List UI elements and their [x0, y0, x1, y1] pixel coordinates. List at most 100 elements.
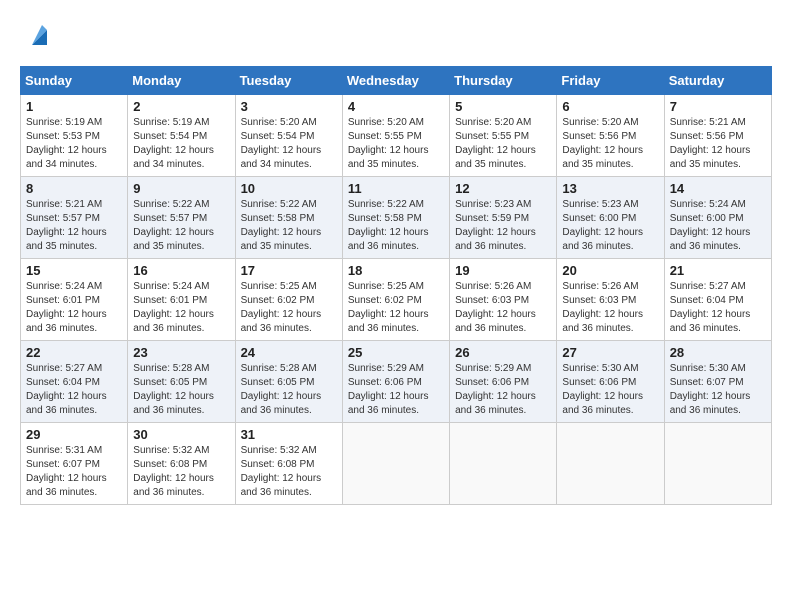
day-number: 1: [26, 99, 122, 114]
day-info: Sunrise: 5:29 AM Sunset: 6:06 PM Dayligh…: [455, 362, 551, 418]
day-number: 31: [241, 427, 337, 442]
day-number: 9: [133, 181, 229, 196]
day-number: 4: [348, 99, 444, 114]
day-info: Sunrise: 5:27 AM Sunset: 6:04 PM Dayligh…: [26, 362, 122, 418]
day-info: Sunrise: 5:20 AM Sunset: 5:56 PM Dayligh…: [562, 116, 658, 172]
calendar-cell: 20 Sunrise: 5:26 AM Sunset: 6:03 PM Dayl…: [557, 259, 664, 341]
weekday-header-friday: Friday: [557, 67, 664, 95]
day-info: Sunrise: 5:24 AM Sunset: 6:01 PM Dayligh…: [133, 280, 229, 336]
day-info: Sunrise: 5:26 AM Sunset: 6:03 PM Dayligh…: [455, 280, 551, 336]
calendar-cell: 12 Sunrise: 5:23 AM Sunset: 5:59 PM Dayl…: [450, 177, 557, 259]
calendar-cell: 26 Sunrise: 5:29 AM Sunset: 6:06 PM Dayl…: [450, 341, 557, 423]
calendar-cell: 11 Sunrise: 5:22 AM Sunset: 5:58 PM Dayl…: [342, 177, 449, 259]
day-info: Sunrise: 5:24 AM Sunset: 6:00 PM Dayligh…: [670, 198, 766, 254]
day-number: 15: [26, 263, 122, 278]
calendar-cell: 8 Sunrise: 5:21 AM Sunset: 5:57 PM Dayli…: [21, 177, 128, 259]
calendar-cell: 22 Sunrise: 5:27 AM Sunset: 6:04 PM Dayl…: [21, 341, 128, 423]
weekday-header-sunday: Sunday: [21, 67, 128, 95]
calendar-week-row: 29 Sunrise: 5:31 AM Sunset: 6:07 PM Dayl…: [21, 423, 772, 505]
calendar-cell: 30 Sunrise: 5:32 AM Sunset: 6:08 PM Dayl…: [128, 423, 235, 505]
day-number: 16: [133, 263, 229, 278]
day-number: 17: [241, 263, 337, 278]
calendar-week-row: 22 Sunrise: 5:27 AM Sunset: 6:04 PM Dayl…: [21, 341, 772, 423]
day-number: 29: [26, 427, 122, 442]
calendar-cell: 14 Sunrise: 5:24 AM Sunset: 6:00 PM Dayl…: [664, 177, 771, 259]
calendar-cell: 2 Sunrise: 5:19 AM Sunset: 5:54 PM Dayli…: [128, 95, 235, 177]
calendar-cell: 19 Sunrise: 5:26 AM Sunset: 6:03 PM Dayl…: [450, 259, 557, 341]
day-number: 24: [241, 345, 337, 360]
day-info: Sunrise: 5:29 AM Sunset: 6:06 PM Dayligh…: [348, 362, 444, 418]
calendar-cell: 17 Sunrise: 5:25 AM Sunset: 6:02 PM Dayl…: [235, 259, 342, 341]
day-number: 11: [348, 181, 444, 196]
day-number: 2: [133, 99, 229, 114]
day-info: Sunrise: 5:20 AM Sunset: 5:55 PM Dayligh…: [348, 116, 444, 172]
day-number: 14: [670, 181, 766, 196]
calendar-cell: 16 Sunrise: 5:24 AM Sunset: 6:01 PM Dayl…: [128, 259, 235, 341]
logo-icon: [22, 20, 52, 50]
day-number: 25: [348, 345, 444, 360]
day-info: Sunrise: 5:20 AM Sunset: 5:54 PM Dayligh…: [241, 116, 337, 172]
calendar-cell: 10 Sunrise: 5:22 AM Sunset: 5:58 PM Dayl…: [235, 177, 342, 259]
day-info: Sunrise: 5:19 AM Sunset: 5:54 PM Dayligh…: [133, 116, 229, 172]
day-info: Sunrise: 5:28 AM Sunset: 6:05 PM Dayligh…: [133, 362, 229, 418]
day-info: Sunrise: 5:28 AM Sunset: 6:05 PM Dayligh…: [241, 362, 337, 418]
day-number: 6: [562, 99, 658, 114]
weekday-header-saturday: Saturday: [664, 67, 771, 95]
day-number: 12: [455, 181, 551, 196]
page-header: [20, 20, 772, 50]
day-number: 27: [562, 345, 658, 360]
calendar-cell: 25 Sunrise: 5:29 AM Sunset: 6:06 PM Dayl…: [342, 341, 449, 423]
calendar-cell: 9 Sunrise: 5:22 AM Sunset: 5:57 PM Dayli…: [128, 177, 235, 259]
logo: [20, 20, 52, 50]
calendar-cell: 1 Sunrise: 5:19 AM Sunset: 5:53 PM Dayli…: [21, 95, 128, 177]
day-info: Sunrise: 5:24 AM Sunset: 6:01 PM Dayligh…: [26, 280, 122, 336]
day-info: Sunrise: 5:25 AM Sunset: 6:02 PM Dayligh…: [348, 280, 444, 336]
day-number: 20: [562, 263, 658, 278]
day-number: 10: [241, 181, 337, 196]
weekday-header-monday: Monday: [128, 67, 235, 95]
day-number: 26: [455, 345, 551, 360]
day-number: 18: [348, 263, 444, 278]
calendar-cell: 24 Sunrise: 5:28 AM Sunset: 6:05 PM Dayl…: [235, 341, 342, 423]
calendar-body: 1 Sunrise: 5:19 AM Sunset: 5:53 PM Dayli…: [21, 95, 772, 505]
day-info: Sunrise: 5:21 AM Sunset: 5:57 PM Dayligh…: [26, 198, 122, 254]
day-info: Sunrise: 5:23 AM Sunset: 6:00 PM Dayligh…: [562, 198, 658, 254]
calendar-cell: 13 Sunrise: 5:23 AM Sunset: 6:00 PM Dayl…: [557, 177, 664, 259]
calendar-week-row: 15 Sunrise: 5:24 AM Sunset: 6:01 PM Dayl…: [21, 259, 772, 341]
day-info: Sunrise: 5:22 AM Sunset: 5:58 PM Dayligh…: [348, 198, 444, 254]
day-number: 13: [562, 181, 658, 196]
day-info: Sunrise: 5:20 AM Sunset: 5:55 PM Dayligh…: [455, 116, 551, 172]
day-number: 30: [133, 427, 229, 442]
day-number: 3: [241, 99, 337, 114]
calendar-cell: 21 Sunrise: 5:27 AM Sunset: 6:04 PM Dayl…: [664, 259, 771, 341]
weekday-header-tuesday: Tuesday: [235, 67, 342, 95]
day-info: Sunrise: 5:22 AM Sunset: 5:57 PM Dayligh…: [133, 198, 229, 254]
calendar-cell: [342, 423, 449, 505]
calendar-cell: 7 Sunrise: 5:21 AM Sunset: 5:56 PM Dayli…: [664, 95, 771, 177]
day-info: Sunrise: 5:30 AM Sunset: 6:06 PM Dayligh…: [562, 362, 658, 418]
calendar-cell: [450, 423, 557, 505]
day-info: Sunrise: 5:21 AM Sunset: 5:56 PM Dayligh…: [670, 116, 766, 172]
calendar-week-row: 8 Sunrise: 5:21 AM Sunset: 5:57 PM Dayli…: [21, 177, 772, 259]
calendar-week-row: 1 Sunrise: 5:19 AM Sunset: 5:53 PM Dayli…: [21, 95, 772, 177]
calendar-cell: [557, 423, 664, 505]
calendar-cell: 23 Sunrise: 5:28 AM Sunset: 6:05 PM Dayl…: [128, 341, 235, 423]
day-info: Sunrise: 5:25 AM Sunset: 6:02 PM Dayligh…: [241, 280, 337, 336]
calendar-cell: 31 Sunrise: 5:32 AM Sunset: 6:08 PM Dayl…: [235, 423, 342, 505]
calendar-cell: 3 Sunrise: 5:20 AM Sunset: 5:54 PM Dayli…: [235, 95, 342, 177]
day-info: Sunrise: 5:30 AM Sunset: 6:07 PM Dayligh…: [670, 362, 766, 418]
day-info: Sunrise: 5:19 AM Sunset: 5:53 PM Dayligh…: [26, 116, 122, 172]
calendar-cell: 15 Sunrise: 5:24 AM Sunset: 6:01 PM Dayl…: [21, 259, 128, 341]
day-info: Sunrise: 5:22 AM Sunset: 5:58 PM Dayligh…: [241, 198, 337, 254]
day-number: 5: [455, 99, 551, 114]
calendar-cell: 4 Sunrise: 5:20 AM Sunset: 5:55 PM Dayli…: [342, 95, 449, 177]
day-info: Sunrise: 5:26 AM Sunset: 6:03 PM Dayligh…: [562, 280, 658, 336]
weekday-header-wednesday: Wednesday: [342, 67, 449, 95]
day-info: Sunrise: 5:32 AM Sunset: 6:08 PM Dayligh…: [133, 444, 229, 500]
calendar-cell: 28 Sunrise: 5:30 AM Sunset: 6:07 PM Dayl…: [664, 341, 771, 423]
day-number: 8: [26, 181, 122, 196]
day-info: Sunrise: 5:27 AM Sunset: 6:04 PM Dayligh…: [670, 280, 766, 336]
calendar-cell: 27 Sunrise: 5:30 AM Sunset: 6:06 PM Dayl…: [557, 341, 664, 423]
calendar-cell: 18 Sunrise: 5:25 AM Sunset: 6:02 PM Dayl…: [342, 259, 449, 341]
calendar-table: SundayMondayTuesdayWednesdayThursdayFrid…: [20, 66, 772, 505]
